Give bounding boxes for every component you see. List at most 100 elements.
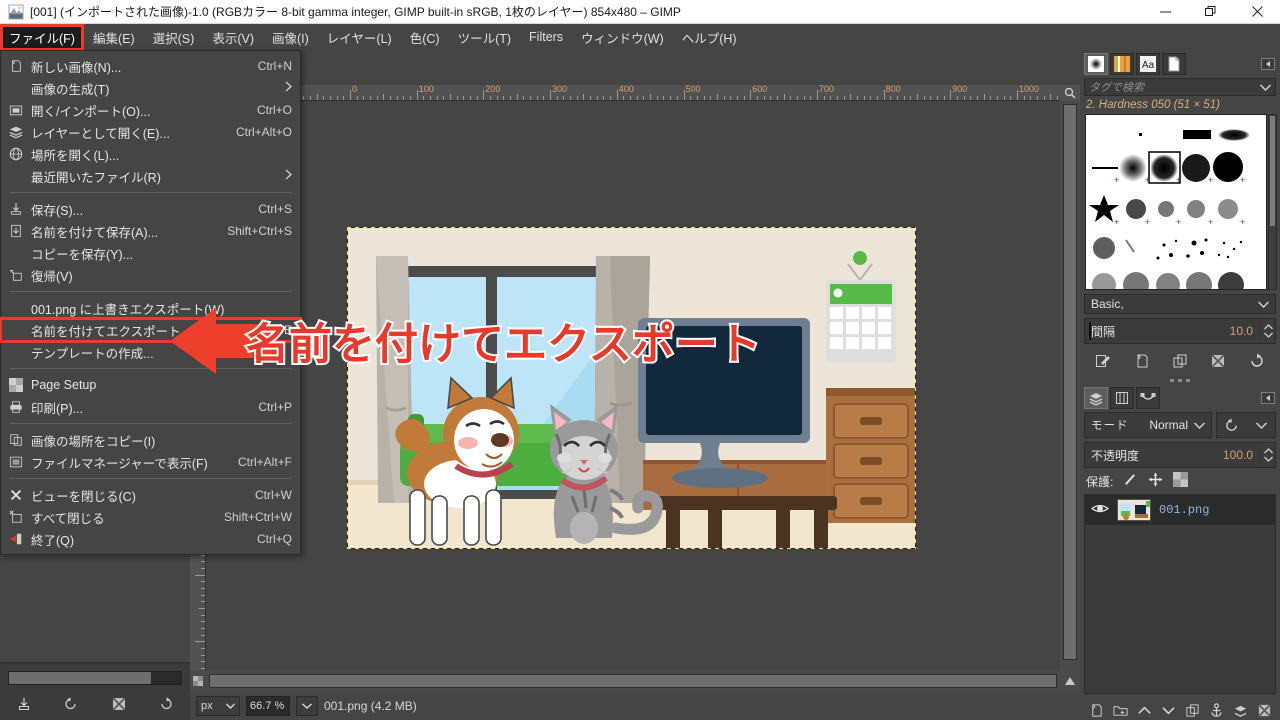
menu-item-save[interactable]: 保存(S)... Ctrl+S bbox=[1, 198, 300, 220]
maximize-button[interactable] bbox=[1188, 0, 1234, 24]
menu-item-copy-image-location[interactable]: 画像の場所をコピー(I) bbox=[1, 429, 300, 451]
tool-options-scrollbar[interactable] bbox=[8, 671, 182, 685]
menu-help[interactable]: ヘルプ(H) bbox=[673, 24, 746, 51]
edit-brush-icon[interactable] bbox=[1084, 353, 1122, 369]
gimp-window: [001] (インポートされた画像)-1.0 (RGBカラー 8-bit gam… bbox=[0, 0, 1280, 720]
lower-layer-icon[interactable] bbox=[1156, 703, 1180, 718]
menu-filters[interactable]: Filters bbox=[520, 26, 572, 48]
merge-down-icon[interactable] bbox=[1228, 703, 1252, 718]
menu-file[interactable]: ファイル(F) bbox=[0, 23, 84, 51]
tag-search-input[interactable]: タグで検索 bbox=[1084, 78, 1276, 96]
new-layer-icon[interactable] bbox=[1084, 703, 1108, 718]
dock-menu-button[interactable] bbox=[1260, 56, 1276, 72]
layer-lock-row: 保護: bbox=[1086, 472, 1189, 490]
layers-dock-menu-button[interactable] bbox=[1260, 390, 1276, 406]
brush-spacing-row[interactable]: 間隔 10.0 bbox=[1084, 318, 1276, 344]
horizontal-ruler[interactable]: 0 100 200 300 400 500 600 700 800 900 1000 bbox=[190, 85, 1080, 101]
refresh-brushes-icon[interactable] bbox=[1238, 353, 1276, 369]
tab-brushes[interactable] bbox=[1084, 53, 1108, 75]
opacity-stepper[interactable] bbox=[1262, 443, 1275, 467]
dock-separator-grip[interactable] bbox=[1080, 376, 1280, 384]
quick-mask-toggle[interactable] bbox=[190, 671, 206, 691]
menu-label: ファイルマネージャーで表示(F) bbox=[31, 456, 208, 471]
lock-position-icon[interactable] bbox=[1148, 472, 1163, 490]
image-canvas[interactable] bbox=[347, 227, 916, 549]
layer-name: 001.png bbox=[1159, 503, 1210, 517]
menu-item-new-image[interactable]: 新しい画像(N)... Ctrl+N bbox=[1, 55, 300, 77]
tab-channels[interactable] bbox=[1110, 387, 1134, 409]
menu-item-create[interactable]: 画像の生成(T) bbox=[1, 77, 300, 99]
raise-layer-icon[interactable] bbox=[1132, 703, 1156, 718]
menu-label: 印刷(P)... bbox=[31, 401, 84, 416]
menu-windows[interactable]: ウィンドウ(W) bbox=[572, 24, 673, 51]
menu-item-recent-files[interactable]: 最近開いたファイル(R) bbox=[1, 165, 300, 187]
lock-label: 保護: bbox=[1086, 474, 1114, 489]
restore-tool-options-icon[interactable] bbox=[48, 697, 96, 711]
canvas-area[interactable] bbox=[206, 101, 1060, 671]
delete-brush-icon[interactable] bbox=[1199, 353, 1237, 369]
menu-item-save-copy[interactable]: コピーを保存(Y)... bbox=[1, 242, 300, 264]
file-menu-popup[interactable]: 新しい画像(N)... Ctrl+N 画像の生成(T) 開く/インポート(O).… bbox=[0, 50, 302, 555]
menu-item-quit[interactable]: 終了(Q) Ctrl+Q bbox=[1, 528, 300, 550]
layer-opacity-row[interactable]: 不透明度 100.0 bbox=[1084, 442, 1276, 468]
spacing-stepper[interactable] bbox=[1262, 319, 1275, 343]
menu-item-print[interactable]: 印刷(P)... Ctrl+P bbox=[1, 396, 300, 418]
brush-set-selector[interactable]: Basic, bbox=[1084, 294, 1276, 314]
menu-item-page-setup[interactable]: Page Setup bbox=[1, 374, 300, 396]
canvas-vertical-scrollbar[interactable] bbox=[1060, 101, 1080, 671]
menu-layer[interactable]: レイヤー(L) bbox=[318, 24, 401, 51]
close-button[interactable] bbox=[1234, 0, 1280, 24]
brush-grid[interactable]: + + + + + + + + + + bbox=[1085, 114, 1267, 290]
lock-pixels-icon[interactable] bbox=[1123, 472, 1138, 490]
menu-item-revert[interactable]: 復帰(V) bbox=[1, 264, 300, 286]
layer-mode-selector[interactable]: モード Normal bbox=[1084, 412, 1212, 438]
menu-item-show-in-file-manager[interactable]: ファイルマネージャーで表示(F) Ctrl+Alt+F bbox=[1, 451, 300, 473]
lock-alpha-icon[interactable] bbox=[1173, 472, 1189, 490]
menu-item-open-as-layers[interactable]: レイヤーとして開く(E)... Ctrl+Alt+O bbox=[1, 121, 300, 143]
menu-item-open[interactable]: 開く/インポート(O)... Ctrl+O bbox=[1, 99, 300, 121]
menu-item-close-view[interactable]: ビューを閉じる(C) Ctrl+W bbox=[1, 484, 300, 506]
tab-fonts[interactable]: Aa bbox=[1136, 53, 1160, 75]
zoom-image-button[interactable] bbox=[1060, 85, 1080, 101]
menu-select[interactable]: 選択(S) bbox=[144, 24, 204, 51]
save-tool-options-icon[interactable] bbox=[0, 697, 48, 711]
new-layer-group-icon[interactable] bbox=[1108, 703, 1132, 718]
delete-tool-options-icon[interactable] bbox=[95, 697, 143, 711]
menu-accel: Ctrl+Q bbox=[256, 532, 292, 546]
canvas-horizontal-scrollbar[interactable] bbox=[206, 671, 1060, 691]
tab-documents[interactable] bbox=[1162, 53, 1186, 75]
unit-selector[interactable]: px bbox=[196, 695, 240, 716]
new-brush-icon[interactable] bbox=[1122, 353, 1160, 369]
zoom-input[interactable]: 66.7 % bbox=[246, 695, 290, 716]
menu-item-save-as[interactable]: 名前を付けて保存(A)... Shift+Ctrl+S bbox=[1, 220, 300, 242]
layer-visibility-icon[interactable] bbox=[1090, 502, 1110, 518]
table-row[interactable]: 001.png bbox=[1085, 495, 1275, 525]
menu-item-open-location[interactable]: 場所を開く(L)... bbox=[1, 143, 300, 165]
duplicate-brush-icon[interactable] bbox=[1161, 353, 1199, 369]
menu-edit[interactable]: 編集(E) bbox=[84, 24, 144, 51]
print-icon bbox=[7, 399, 25, 415]
minimize-button[interactable] bbox=[1142, 0, 1188, 24]
menu-separator bbox=[9, 478, 292, 479]
mode-value: Normal bbox=[1149, 418, 1188, 432]
layer-mode-reset-button[interactable] bbox=[1216, 412, 1276, 438]
navigation-preview-button[interactable] bbox=[1060, 671, 1080, 691]
menu-label: 新しい画像(N)... bbox=[31, 60, 122, 75]
tab-patterns[interactable] bbox=[1110, 53, 1134, 75]
menu-tools[interactable]: ツール(T) bbox=[449, 24, 520, 51]
reset-tool-options-icon[interactable] bbox=[143, 697, 191, 711]
menu-view[interactable]: 表示(V) bbox=[203, 24, 263, 51]
menu-colors[interactable]: 色(C) bbox=[401, 24, 449, 51]
open-location-icon bbox=[7, 146, 25, 162]
zoom-dropdown-button[interactable] bbox=[296, 695, 318, 716]
menu-item-close-all[interactable]: すべて閉じる Shift+Ctrl+W bbox=[1, 506, 300, 528]
status-message: 001.png (4.2 MB) bbox=[324, 698, 417, 713]
anchor-layer-icon[interactable] bbox=[1204, 702, 1228, 718]
tab-paths[interactable] bbox=[1136, 387, 1160, 409]
brush-grid-scrollbar[interactable] bbox=[1268, 114, 1277, 290]
duplicate-layer-icon[interactable] bbox=[1180, 703, 1204, 718]
delete-layer-icon[interactable] bbox=[1252, 703, 1276, 718]
layer-list[interactable]: 001.png bbox=[1084, 494, 1276, 694]
menu-image[interactable]: 画像(I) bbox=[263, 24, 318, 51]
tab-layers[interactable] bbox=[1084, 387, 1108, 409]
